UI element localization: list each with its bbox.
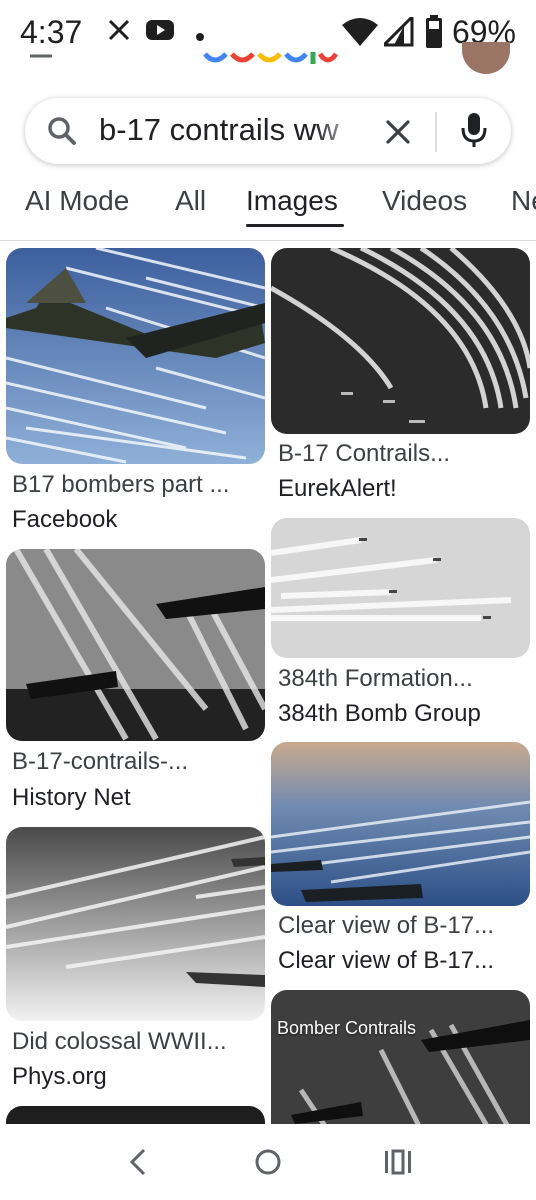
recents-icon[interactable] — [374, 1142, 422, 1182]
result-thumbnail[interactable] — [271, 518, 530, 658]
result-title[interactable]: B-17-contrails-... — [12, 748, 188, 776]
result-source[interactable]: History Net — [12, 784, 131, 812]
battery-icon — [425, 15, 443, 54]
result-title[interactable]: B-17 Contrails... — [278, 440, 450, 468]
result-title[interactable]: 384th Formation... — [278, 665, 473, 693]
result-source[interactable]: Facebook — [12, 506, 117, 534]
result-thumbnail[interactable] — [271, 742, 530, 906]
home-icon[interactable] — [244, 1142, 292, 1182]
status-time: 4:37 — [20, 14, 83, 50]
result-thumbnail[interactable] — [6, 827, 265, 1021]
x-logo-icon — [108, 19, 130, 46]
tab-ai-mode[interactable]: AI Mode — [25, 185, 129, 217]
tab-videos[interactable]: Videos — [382, 185, 467, 217]
mic-icon[interactable] — [461, 113, 487, 154]
result-source[interactable]: EurekAlert! — [278, 475, 397, 503]
google-logo — [0, 52, 536, 74]
wifi-icon — [342, 17, 378, 52]
image-overlay-label: Bomber Contrails — [277, 1018, 417, 1038]
result-title[interactable]: B17 bombers part ... — [12, 471, 229, 499]
search-icon — [47, 116, 77, 151]
result-source[interactable]: Phys.org — [12, 1063, 107, 1091]
active-tab-indicator — [246, 224, 344, 227]
tab-news[interactable]: Ne — [511, 185, 536, 217]
tab-images[interactable]: Images — [246, 185, 338, 217]
result-title[interactable]: Did colossal WWII... — [12, 1028, 227, 1056]
result-thumbnail[interactable] — [6, 549, 265, 741]
notification-dot-icon — [196, 28, 204, 46]
clear-icon[interactable] — [385, 119, 411, 150]
search-bar[interactable]: b-17 contrails ww — [25, 98, 511, 164]
search-divider — [435, 112, 437, 152]
result-thumbnail[interactable] — [271, 248, 530, 434]
result-title[interactable]: Clear view of B-17... — [278, 912, 494, 940]
search-tabs: AI Mode All Images Videos Ne — [0, 180, 536, 241]
youtube-icon — [146, 19, 174, 46]
result-thumbnail[interactable] — [6, 248, 265, 464]
signal-icon — [380, 13, 414, 52]
system-navigation-bar — [0, 1124, 536, 1200]
tab-all[interactable]: All — [175, 185, 206, 217]
back-icon[interactable] — [114, 1142, 162, 1182]
result-source[interactable]: 384th Bomb Group — [278, 700, 481, 728]
result-source[interactable]: Clear view of B-17... — [278, 947, 494, 975]
